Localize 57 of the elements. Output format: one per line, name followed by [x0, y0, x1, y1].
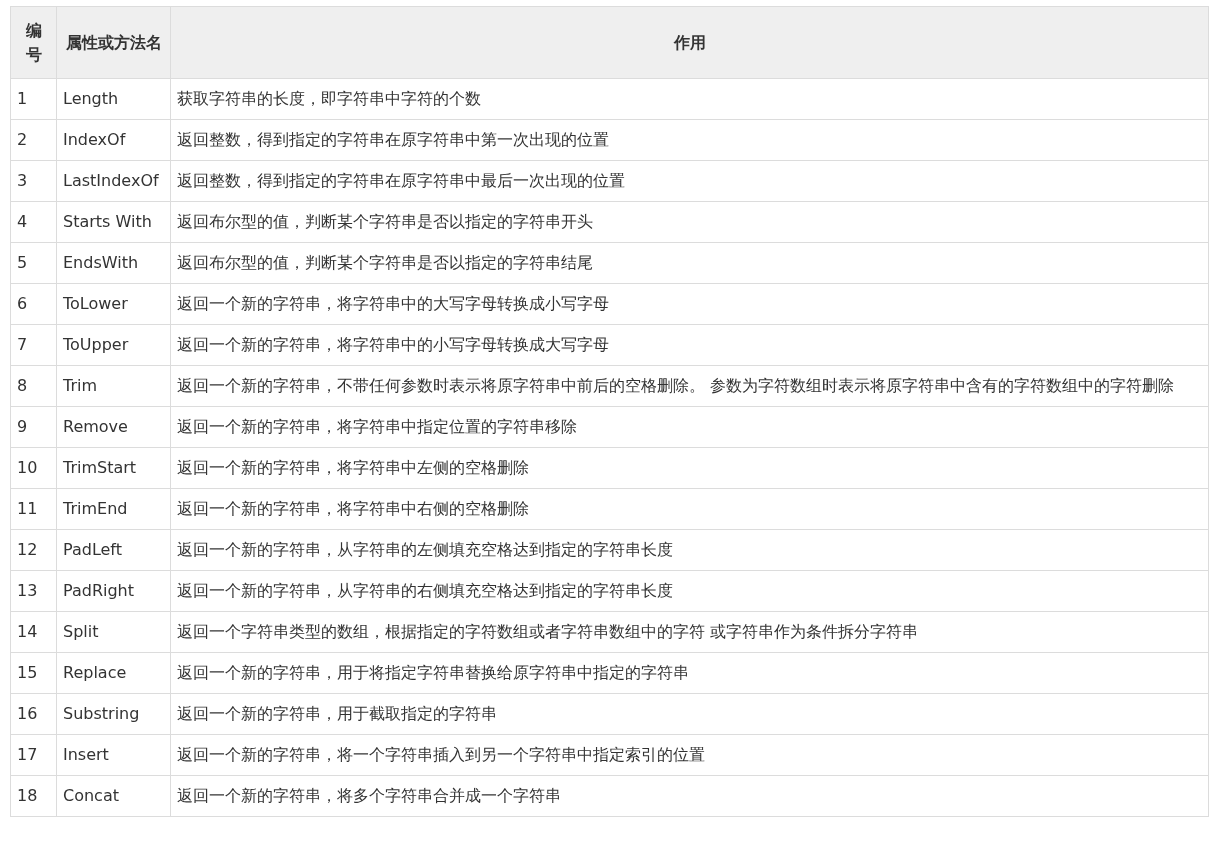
table-cell: Concat [56, 775, 171, 817]
table-cell: 3 [10, 160, 57, 202]
table-cell: 返回一个新的字符串，将一个字符串插入到另一个字符串中指定索引的位置 [170, 734, 1209, 776]
table-cell: Replace [56, 652, 171, 694]
column-header: 作用 [170, 6, 1209, 79]
table-cell: 返回一个新的字符串，不带任何参数时表示将原字符串中前后的空格删除。 参数为字符数组时表示将原字符串中含有的字符数组中的字符删除 [170, 365, 1209, 407]
table-cell: Split [56, 611, 171, 653]
table-cell: Starts With [56, 201, 171, 243]
table-cell: PadRight [56, 570, 171, 612]
table-cell: 7 [10, 324, 57, 366]
table-cell: 8 [10, 365, 57, 407]
table-cell: 15 [10, 652, 57, 694]
table-cell: ToUpper [56, 324, 171, 366]
table-cell: 返回一个新的字符串，将字符串中的大写字母转换成小写字母 [170, 283, 1209, 325]
table-cell: 返回一个新的字符串，将字符串中右侧的空格删除 [170, 488, 1209, 530]
table-cell: 2 [10, 119, 57, 161]
table-cell: EndsWith [56, 242, 171, 284]
table-cell: Trim [56, 365, 171, 407]
table-cell: 返回整数，得到指定的字符串在原字符串中第一次出现的位置 [170, 119, 1209, 161]
table-cell: 返回一个新的字符串，从字符串的右侧填充空格达到指定的字符串长度 [170, 570, 1209, 612]
table-cell: 返回一个新的字符串，将字符串中的小写字母转换成大写字母 [170, 324, 1209, 366]
table-cell: 返回布尔型的值，判断某个字符串是否以指定的字符串开头 [170, 201, 1209, 243]
table-cell: 10 [10, 447, 57, 489]
table-cell: 返回一个新的字符串，将多个字符串合并成一个字符串 [170, 775, 1209, 817]
table-cell: Length [56, 78, 171, 120]
table-cell: Substring [56, 693, 171, 735]
table-cell: TrimEnd [56, 488, 171, 530]
table-cell: 返回一个新的字符串，用于将指定字符串替换给原字符串中指定的字符串 [170, 652, 1209, 694]
table-cell: 13 [10, 570, 57, 612]
table-cell: 返回一个字符串类型的数组，根据指定的字符数组或者字符串数组中的字符 或字符串作为条件拆分字符串 [170, 611, 1209, 653]
table-cell: Remove [56, 406, 171, 448]
table-cell: 9 [10, 406, 57, 448]
table-cell: Insert [56, 734, 171, 776]
table-cell: ToLower [56, 283, 171, 325]
table-cell: 18 [10, 775, 57, 817]
table-cell: 返回布尔型的值，判断某个字符串是否以指定的字符串结尾 [170, 242, 1209, 284]
table-cell: 1 [10, 78, 57, 120]
table-cell: 返回一个新的字符串，从字符串的左侧填充空格达到指定的字符串长度 [170, 529, 1209, 571]
table-cell: 返回一个新的字符串，用于截取指定的字符串 [170, 693, 1209, 735]
table-cell: 12 [10, 529, 57, 571]
table-cell: 11 [10, 488, 57, 530]
table-cell: 获取字符串的长度，即字符串中字符的个数 [170, 78, 1209, 120]
table-cell: 返回整数，得到指定的字符串在原字符串中最后一次出现的位置 [170, 160, 1209, 202]
table-cell: 4 [10, 201, 57, 243]
table-cell: TrimStart [56, 447, 171, 489]
column-header: 编号 [10, 6, 57, 79]
table-cell: 6 [10, 283, 57, 325]
table-cell: 17 [10, 734, 57, 776]
column-header: 属性或方法名 [56, 6, 171, 79]
table-cell: 16 [10, 693, 57, 735]
table-cell: LastIndexOf [56, 160, 171, 202]
table-cell: 5 [10, 242, 57, 284]
table-cell: 14 [10, 611, 57, 653]
table-cell: PadLeft [56, 529, 171, 571]
table-cell: 返回一个新的字符串，将字符串中指定位置的字符串移除 [170, 406, 1209, 448]
table-cell: IndexOf [56, 119, 171, 161]
table-cell: 返回一个新的字符串，将字符串中左侧的空格删除 [170, 447, 1209, 489]
